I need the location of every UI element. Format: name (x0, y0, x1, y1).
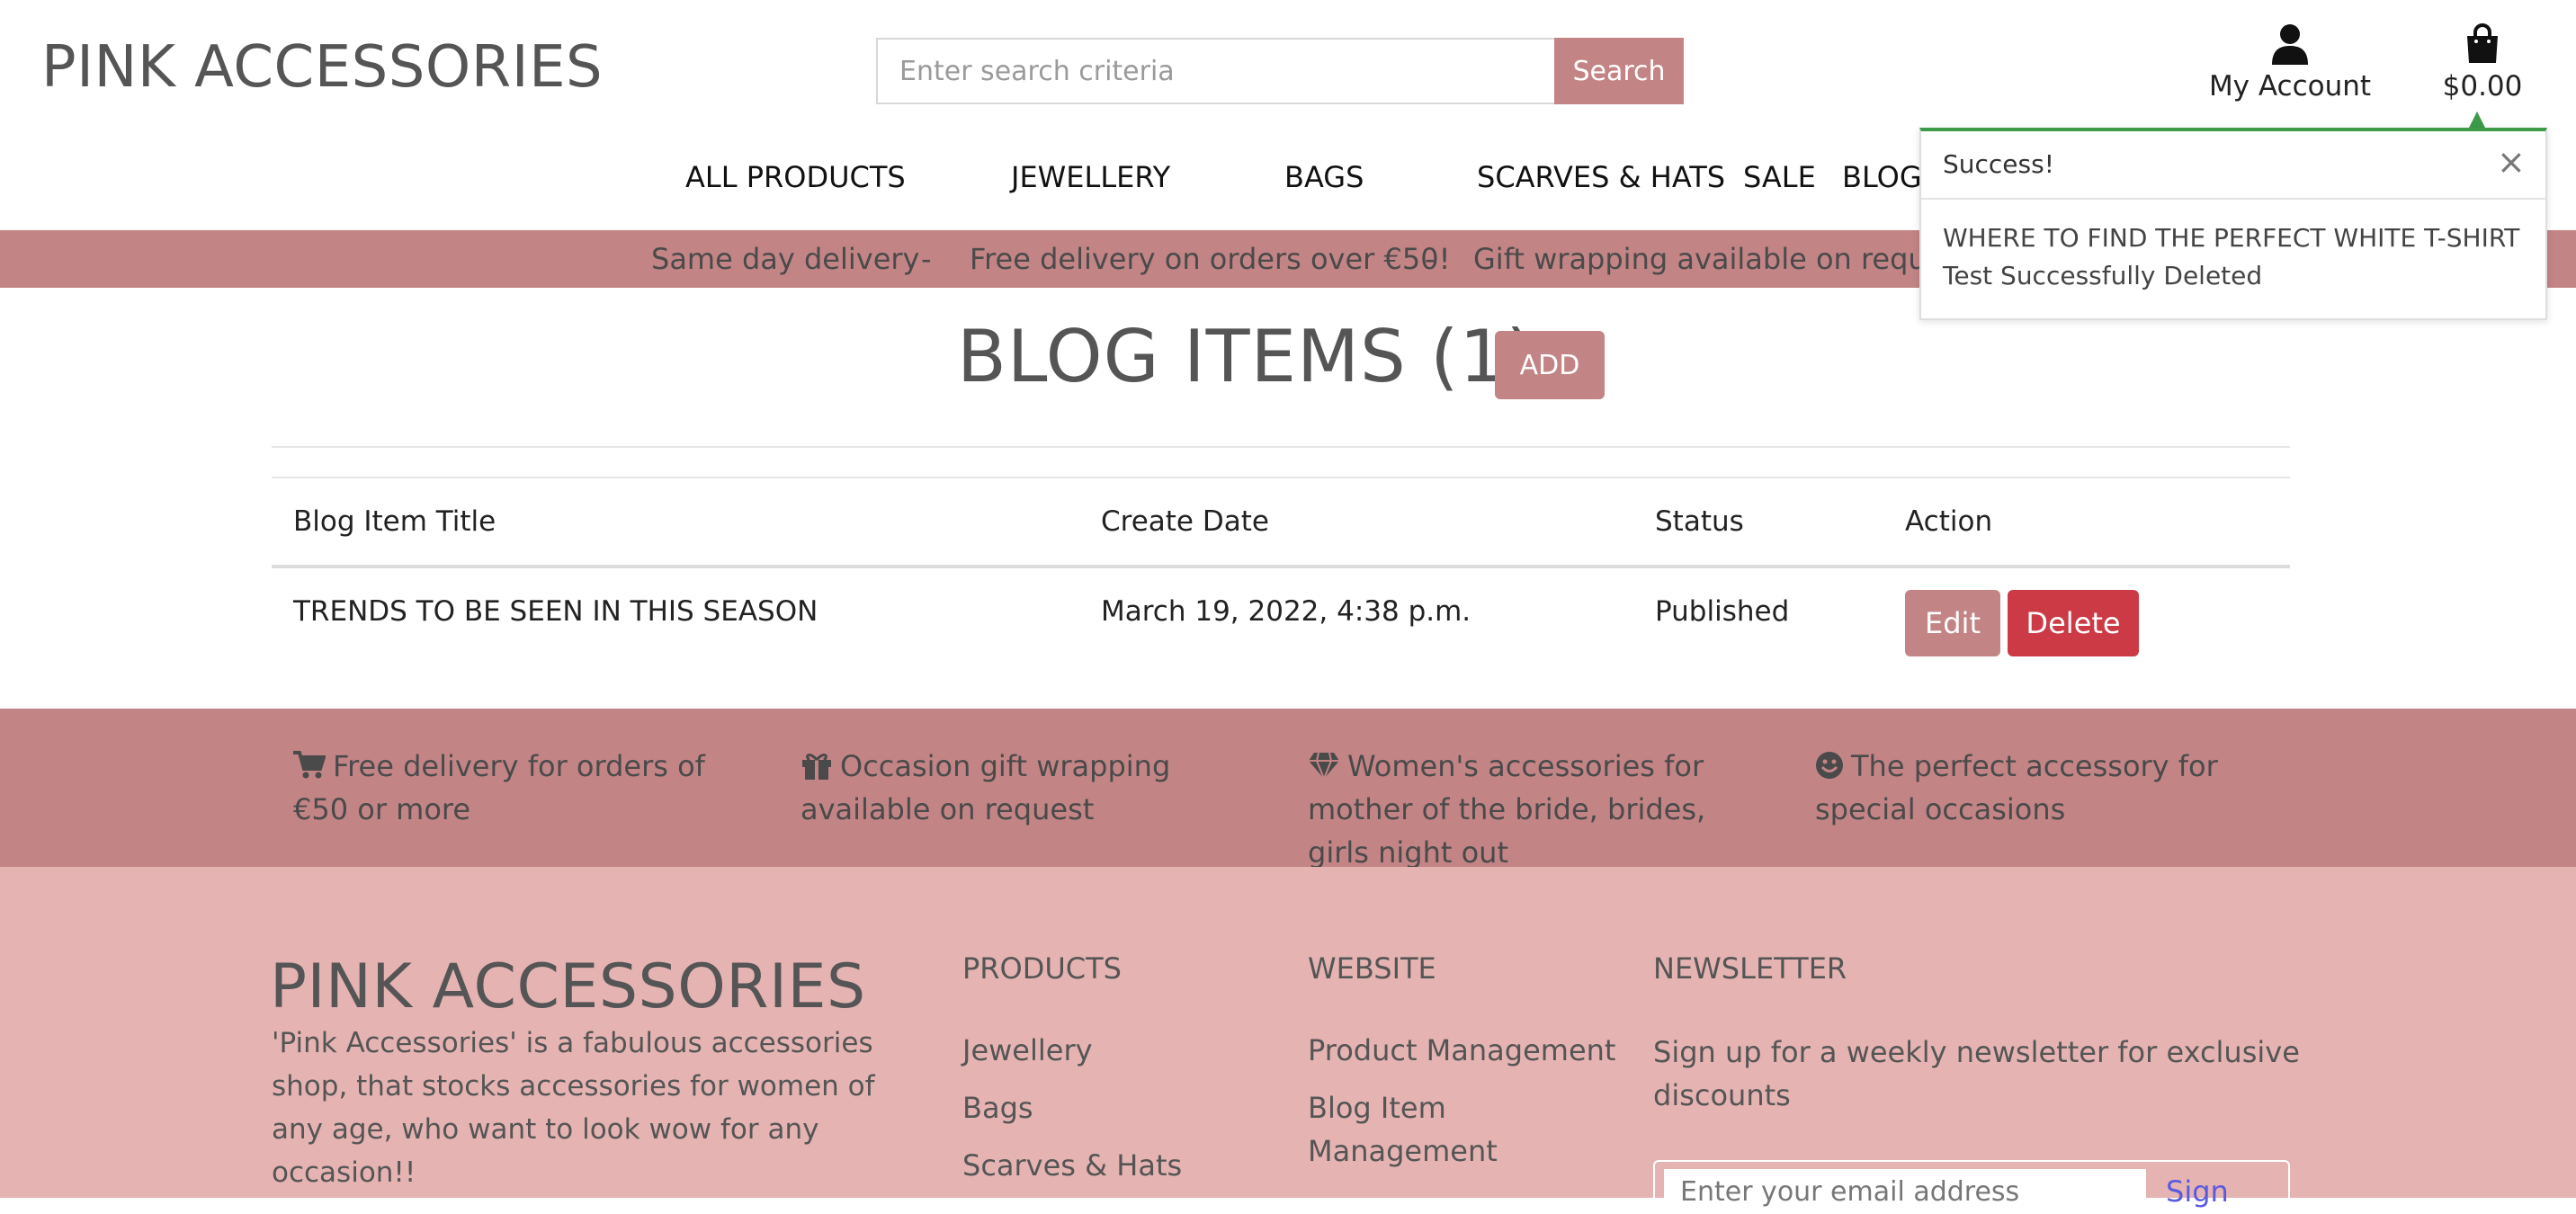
toast-arrow (2468, 112, 2486, 129)
blog-item-date: March 19, 2022, 4:38 p.m. (1101, 595, 1471, 628)
footer-website-heading: WEBSITE (1308, 951, 1436, 986)
banner-separator: - (921, 242, 932, 276)
footer-link-jewellery[interactable]: Jewellery (962, 1029, 1093, 1072)
feature-text: Occasion gift wrapping available on requ… (801, 749, 1171, 826)
feature-special-occasions: The perfect accessory for special occasi… (1815, 745, 2265, 831)
banner-separator: - (1425, 242, 1436, 276)
nav-bags[interactable]: BAGS (1284, 160, 1364, 194)
column-header-title: Blog Item Title (293, 505, 496, 538)
toast-item-name: WHERE TO FIND THE PERFECT WHITE T-SHIRT (1943, 223, 2520, 253)
toast-divider (1921, 198, 2545, 200)
newsletter-signup-button[interactable]: Sign (2166, 1174, 2229, 1209)
toast-title: Success! (1943, 149, 2054, 179)
nav-blog[interactable]: BLOG (1842, 160, 1922, 194)
blog-item-title: TRENDS TO BE SEEN IN THIS SEASON (293, 595, 818, 628)
toast-body: WHERE TO FIND THE PERFECT WHITE T-SHIRT … (1943, 219, 2536, 295)
feature-free-delivery: Free delivery for orders of €50 or more (293, 745, 743, 831)
nav-scarves-hats[interactable]: SCARVES & HATS (1477, 160, 1725, 194)
toast-message: Test Successfully Deleted (1943, 261, 2263, 290)
gift-icon (802, 754, 831, 780)
footer-link-product-management[interactable]: Product Management (1308, 1029, 1615, 1072)
search-input[interactable] (876, 38, 1554, 104)
cart-total: $0.00 (2442, 70, 2523, 103)
banner-free-delivery: Free delivery on orders over €50! (970, 242, 1451, 276)
edit-button[interactable]: Edit (1905, 590, 2000, 656)
footer-link-blog-management[interactable]: Blog Item Management (1308, 1086, 1614, 1173)
divider (272, 446, 2290, 448)
table-header-border (272, 565, 2290, 568)
footer-link-bags[interactable]: Bags (962, 1086, 1033, 1129)
gem-icon (1309, 752, 1339, 781)
my-account-label: My Account (2208, 70, 2372, 103)
search-form: Search (876, 38, 1684, 104)
page-title: BLOG ITEMS (1) (957, 315, 1535, 398)
footer-description: 'Pink Accessories' is a fabulous accesso… (272, 1027, 875, 1189)
column-header-status: Status (1655, 505, 1744, 538)
cart-icon (293, 751, 326, 779)
smile-icon (1816, 752, 1843, 779)
add-blog-item-button[interactable]: ADD (1495, 331, 1605, 399)
feature-text: Women's accessories for mother of the br… (1308, 749, 1706, 870)
nav-jewellery[interactable]: JEWELLERY (1011, 160, 1170, 194)
newsletter-text: Sign up for a weekly newsletter for excl… (1653, 1035, 2300, 1112)
feature-gift-wrapping: Occasion gift wrapping available on requ… (801, 745, 1250, 831)
close-icon[interactable]: × (2497, 144, 2526, 180)
feature-text: The perfect accessory for special occasi… (1815, 749, 2218, 826)
table-top-border (272, 477, 2290, 478)
search-button[interactable]: Search (1554, 38, 1684, 104)
footer-newsletter-heading: NEWSLETTER (1653, 951, 1847, 986)
footer-products-heading: PRODUCTS (962, 951, 1122, 986)
my-account-link[interactable]: My Account (2202, 23, 2378, 103)
footer-logo: PINK ACCESSORIES (270, 951, 866, 1022)
site-logo[interactable]: PINK ACCESSORIES (41, 34, 603, 101)
feature-text: Free delivery for orders of €50 or more (293, 749, 705, 826)
banner-gift-wrap: Gift wrapping available on request (1473, 242, 1971, 276)
cart-link[interactable]: $0.00 (2428, 23, 2536, 103)
shopping-bag-icon (2467, 23, 2498, 63)
nav-all-products[interactable]: ALL PRODUCTS (685, 160, 906, 194)
column-header-date: Create Date (1101, 505, 1269, 538)
delete-button[interactable]: Delete (2008, 590, 2139, 656)
banner-same-day: Same day delivery (651, 242, 920, 276)
feature-womens-accessories: Women's accessories for mother of the br… (1308, 745, 1758, 874)
footer-link-scarves-hats[interactable]: Scarves & Hats (962, 1144, 1182, 1187)
blog-item-status: Published (1655, 595, 1790, 628)
column-header-action: Action (1905, 505, 1993, 538)
newsletter-email-input[interactable] (1664, 1169, 2146, 1214)
nav-sale[interactable]: SALE (1743, 160, 1816, 194)
user-icon (2272, 24, 2308, 65)
